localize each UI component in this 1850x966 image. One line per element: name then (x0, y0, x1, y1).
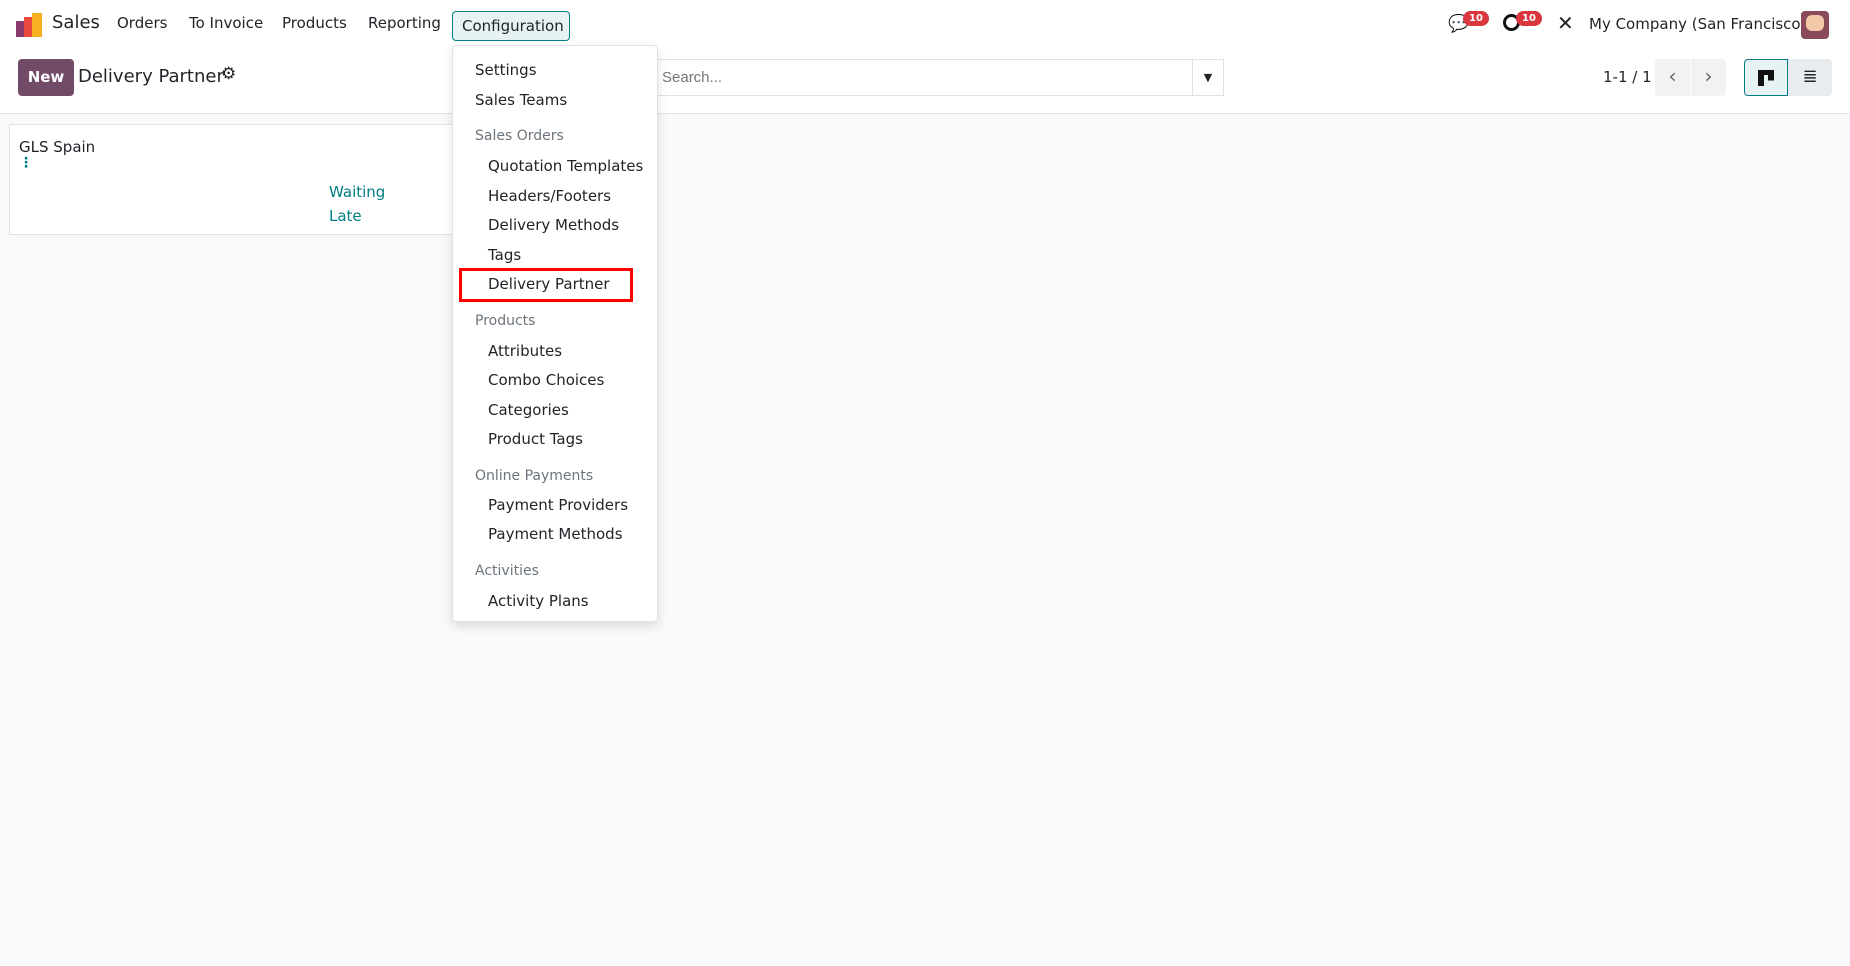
activity-badge: 10 (1516, 11, 1542, 26)
menu-item-product-tags[interactable]: Product Tags (488, 430, 583, 448)
company-switcher[interactable]: My Company (San Francisco) (1589, 15, 1806, 33)
sales-app-logo[interactable] (16, 13, 42, 37)
configuration-dropdown: Settings Sales Teams Sales Orders Quotat… (452, 45, 658, 622)
kanban-card[interactable]: GLS Spain ⋮ Waiting Late (9, 124, 469, 235)
menu-orders[interactable]: Orders (117, 14, 167, 32)
pager-value[interactable]: 1-1 / 1 (1603, 68, 1652, 86)
menu-item-delivery-partner[interactable]: Delivery Partner (488, 275, 610, 293)
kanban-icon (1758, 69, 1774, 86)
chat-badge: 10 (1463, 11, 1489, 26)
search-options-toggle[interactable]: ▼ (1192, 59, 1224, 96)
new-button[interactable]: New (18, 59, 74, 96)
menu-item-activity-plans[interactable]: Activity Plans (488, 592, 589, 610)
status-waiting[interactable]: Waiting (329, 183, 385, 201)
section-activities: Activities (475, 563, 539, 579)
menu-item-sales-teams[interactable]: Sales Teams (475, 91, 567, 109)
section-products: Products (475, 313, 536, 329)
card-name: GLS Spain (19, 138, 96, 156)
list-icon: ≣ (1802, 66, 1818, 87)
menu-configuration[interactable]: Configuration (452, 11, 570, 41)
menu-item-delivery-methods[interactable]: Delivery Methods (488, 216, 619, 234)
menu-item-categories[interactable]: Categories (488, 401, 569, 419)
menu-item-quotation-templates[interactable]: Quotation Templates (488, 157, 643, 175)
menu-item-combo-choices[interactable]: Combo Choices (488, 371, 604, 389)
search-input[interactable] (640, 59, 1192, 96)
pager-next-button[interactable]: › (1691, 59, 1726, 96)
top-navbar: Sales Orders To Invoice Products Reporti… (0, 0, 1850, 48)
pager-prev-button[interactable]: ‹ (1655, 59, 1690, 96)
section-online-payments: Online Payments (475, 468, 594, 484)
menu-item-headers-footers[interactable]: Headers/Footers (488, 187, 611, 205)
menu-item-payment-methods[interactable]: Payment Methods (488, 525, 623, 543)
menu-item-settings[interactable]: Settings (475, 61, 537, 79)
app-name[interactable]: Sales (52, 12, 100, 33)
menu-item-tags[interactable]: Tags (488, 246, 521, 264)
list-view-button[interactable]: ≣ (1788, 59, 1832, 96)
user-avatar[interactable] (1801, 11, 1829, 39)
status-late[interactable]: Late (329, 207, 362, 225)
dropdown-dots-icon[interactable]: ⋮ (19, 156, 33, 170)
kanban-view-button[interactable] (1744, 59, 1788, 96)
menu-products[interactable]: Products (282, 14, 347, 32)
section-sales-orders: Sales Orders (475, 128, 564, 144)
menu-reporting[interactable]: Reporting (368, 14, 441, 32)
gear-icon[interactable]: ⚙ (221, 64, 236, 84)
tools-icon[interactable]: ✕ (1557, 11, 1574, 35)
menu-item-attributes[interactable]: Attributes (488, 342, 562, 360)
menu-to-invoice[interactable]: To Invoice (189, 14, 263, 32)
menu-item-payment-providers[interactable]: Payment Providers (488, 496, 628, 514)
page-title: Delivery Partner (78, 66, 224, 87)
